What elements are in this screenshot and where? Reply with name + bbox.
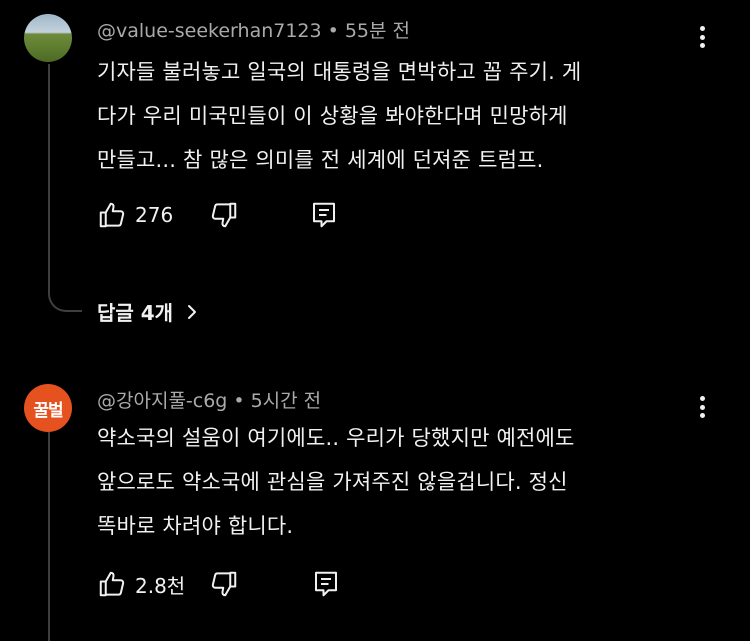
thumbs-up-icon: [99, 571, 125, 597]
comment-time[interactable]: 55분 전: [345, 20, 410, 42]
view-replies-button[interactable]: 답글 4개: [97, 297, 199, 326]
replies-label: 답글 4개: [97, 301, 174, 325]
dislike-button[interactable]: [209, 567, 239, 601]
avatar-initials: 꿀벌: [33, 400, 63, 421]
thread-line: [48, 432, 50, 641]
comment-line: 만들고... 참 많은 의미를 전 세계에 던져준 트럼프.: [97, 148, 544, 172]
like-count: 2.8천: [135, 573, 186, 598]
thumbs-down-icon: [211, 571, 237, 597]
comment-line: 앞으로도 약소국에 관심을 가져주진 않을겁니다. 정신: [97, 470, 568, 494]
thumbs-down-icon: [211, 202, 237, 228]
author-name[interactable]: @강아지풀-c6g: [97, 390, 227, 412]
reply-icon: [315, 571, 337, 597]
reply-button[interactable]: [309, 198, 339, 232]
thumbs-up-icon: [99, 202, 125, 228]
comment-line: 약소국의 설움이 여기에도.. 우리가 당했지만 예전에도: [97, 426, 575, 450]
reply-thread-curve: [48, 272, 82, 312]
author-avatar[interactable]: 꿀벌: [24, 384, 72, 432]
comment-time[interactable]: 5시간 전: [251, 390, 322, 412]
meta-separator: •: [233, 390, 245, 412]
like-count: 276: [135, 203, 174, 227]
comment-line: 기자들 불러놓고 일국의 대통령을 면박하고 꼽 주기. 게: [97, 60, 582, 84]
comment-actions: 2.8천: [97, 567, 357, 601]
author-name[interactable]: @value-seekerhan7123: [97, 20, 322, 42]
comment-line: 다가 우리 미국민들이 이 상황을 봐야한다며 민망하게: [97, 104, 568, 128]
author-avatar[interactable]: [24, 14, 72, 62]
thread-line: [48, 64, 50, 294]
comment-meta: @value-seekerhan7123 • 55분 전: [97, 16, 410, 43]
comment-text: 약소국의 설움이 여기에도.. 우리가 당했지만 예전에도 앞으로도 약소국에 …: [97, 416, 687, 548]
comment-meta: @강아지풀-c6g • 5시간 전: [97, 386, 321, 413]
reply-button[interactable]: [311, 567, 341, 601]
comment-actions: 276: [97, 198, 357, 232]
like-button[interactable]: 2.8천: [97, 567, 185, 601]
meta-separator: •: [327, 20, 339, 42]
more-options-icon[interactable]: [692, 392, 712, 422]
comment-line: 똑바로 차려야 합니다.: [97, 514, 294, 538]
more-options-icon[interactable]: [692, 22, 712, 52]
like-button[interactable]: 276: [97, 198, 173, 232]
comment-text: 기자들 불러놓고 일국의 대통령을 면박하고 꼽 주기. 게 다가 우리 미국민…: [97, 50, 687, 182]
reply-icon: [313, 202, 335, 228]
chevron-right-icon: [188, 304, 197, 319]
dislike-button[interactable]: [209, 198, 239, 232]
